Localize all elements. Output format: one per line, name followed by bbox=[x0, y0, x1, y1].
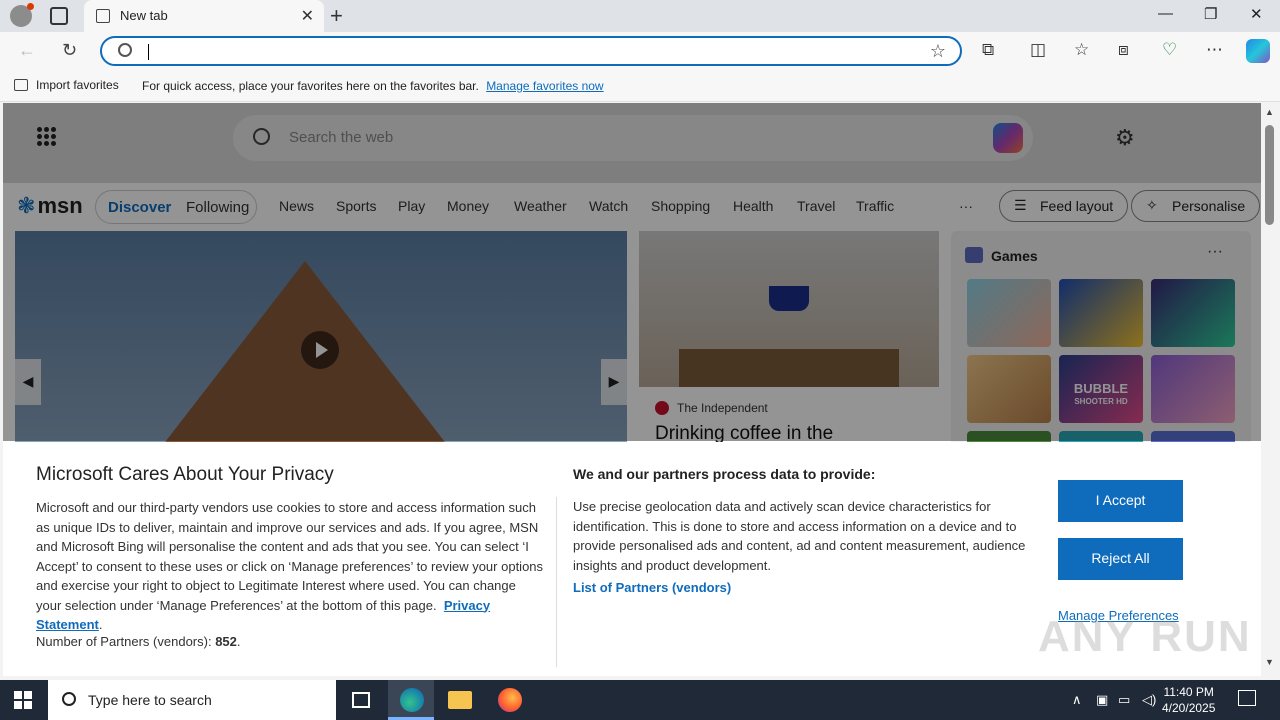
edge-icon bbox=[400, 688, 424, 712]
tab-close-button[interactable]: ✕ bbox=[301, 6, 314, 26]
scrollbar-thumb[interactable] bbox=[1265, 125, 1274, 225]
scroll-down-icon[interactable]: ▼ bbox=[1265, 657, 1274, 667]
collections-icon[interactable]: ⧈ bbox=[1118, 40, 1129, 60]
tab-new-tab[interactable]: New tab ✕ bbox=[84, 0, 324, 32]
taskbar-edge[interactable] bbox=[388, 680, 434, 720]
extensions-icon[interactable]: ⧉ bbox=[982, 40, 994, 60]
taskbar-file-explorer[interactable] bbox=[436, 680, 482, 720]
privacy-body: Microsoft and our third-party vendors us… bbox=[36, 500, 544, 632]
windows-taskbar: Type here to search ∧ ▣ ▭ ◁) 11:40 PM 4/… bbox=[0, 680, 1280, 720]
window-close-button[interactable]: ✕ bbox=[1250, 5, 1263, 23]
task-view-button[interactable] bbox=[338, 680, 384, 720]
text-caret bbox=[148, 44, 149, 60]
browser-toolbar: ← ↻ ☆ ⧉ ◫ ☆ ⧈ ♡ ⋯ bbox=[0, 32, 1280, 70]
favorites-bar-message: For quick access, place your favorites h… bbox=[142, 79, 604, 93]
tray-overflow-icon[interactable]: ∧ bbox=[1072, 692, 1082, 708]
partners-number: 852 bbox=[215, 634, 237, 649]
clock-time: 11:40 PM bbox=[1163, 685, 1214, 699]
windows-start-icon[interactable] bbox=[14, 691, 32, 709]
taskbar-search-placeholder: Type here to search bbox=[88, 692, 212, 708]
search-icon bbox=[118, 43, 132, 57]
clock-date: 4/20/2025 bbox=[1162, 701, 1216, 715]
more-icon[interactable]: ⋯ bbox=[1206, 40, 1223, 60]
system-clock[interactable]: 11:40 PM 4/20/2025 bbox=[1162, 684, 1215, 716]
anyrun-watermark: ANY RUN bbox=[1038, 612, 1252, 661]
split-screen-icon[interactable]: ◫ bbox=[1030, 40, 1046, 60]
network-icon[interactable]: ▭ bbox=[1118, 692, 1130, 708]
tab-bar: New tab ✕ + — ❐ ✕ bbox=[0, 0, 1280, 32]
list-of-partners-link[interactable]: List of Partners (vendors) bbox=[573, 580, 731, 595]
back-button[interactable]: ← bbox=[18, 40, 36, 61]
favorites-bar: Import favorites For quick access, place… bbox=[0, 70, 1280, 102]
profile-icon[interactable] bbox=[10, 3, 34, 27]
copilot-icon[interactable] bbox=[1246, 39, 1270, 63]
new-tab-button[interactable]: + bbox=[330, 3, 343, 29]
firefox-icon bbox=[498, 688, 522, 712]
search-icon bbox=[62, 692, 76, 706]
tab-title: New tab bbox=[120, 8, 168, 23]
taskbar-firefox[interactable] bbox=[486, 680, 532, 720]
privacy-title: Microsoft Cares About Your Privacy bbox=[36, 464, 334, 485]
notification-icon[interactable] bbox=[1238, 690, 1256, 706]
restore-button[interactable]: ❐ bbox=[1204, 5, 1217, 23]
privacy-consent-banner: Microsoft Cares About Your Privacy Micro… bbox=[3, 442, 1261, 676]
add-favorite-star-icon[interactable]: ☆ bbox=[930, 41, 946, 62]
partners-count: Number of Partners (vendors): 852. bbox=[36, 634, 241, 649]
import-favorites-label: Import favorites bbox=[36, 78, 119, 92]
modal-backdrop bbox=[3, 103, 1261, 441]
folder-icon bbox=[448, 691, 472, 709]
taskbar-search-box[interactable]: Type here to search bbox=[48, 680, 336, 720]
device-icon[interactable]: ▣ bbox=[1096, 692, 1108, 708]
accept-button[interactable]: I Accept bbox=[1058, 480, 1183, 522]
minimize-button[interactable]: — bbox=[1158, 5, 1173, 22]
import-favorites-button[interactable]: Import favorites bbox=[14, 78, 119, 92]
partners-label: Number of Partners (vendors): bbox=[36, 634, 212, 649]
import-icon bbox=[14, 79, 28, 91]
tab-actions-icon[interactable] bbox=[50, 7, 68, 25]
favorites-bar-text: For quick access, place your favorites h… bbox=[142, 79, 479, 93]
task-view-icon bbox=[352, 692, 370, 708]
data-processing-body: Use precise geolocation data and activel… bbox=[573, 499, 1026, 573]
manage-favorites-link[interactable]: Manage favorites now bbox=[486, 79, 603, 93]
divider bbox=[556, 497, 557, 667]
favorites-icon[interactable]: ☆ bbox=[1074, 40, 1089, 60]
refresh-button[interactable]: ↻ bbox=[62, 40, 77, 61]
browser-essentials-icon[interactable]: ♡ bbox=[1162, 40, 1177, 60]
privacy-body-text: Microsoft and our third-party vendors us… bbox=[36, 500, 544, 613]
address-bar[interactable]: ☆ bbox=[100, 36, 962, 66]
scroll-up-icon[interactable]: ▲ bbox=[1265, 107, 1274, 117]
tab-favicon-icon bbox=[96, 9, 110, 23]
data-processing-title: We and our partners process data to prov… bbox=[573, 466, 876, 482]
volume-icon[interactable]: ◁) bbox=[1142, 692, 1156, 708]
reject-all-button[interactable]: Reject All bbox=[1058, 538, 1183, 580]
page-scrollbar[interactable]: ▲ ▼ bbox=[1261, 103, 1280, 676]
